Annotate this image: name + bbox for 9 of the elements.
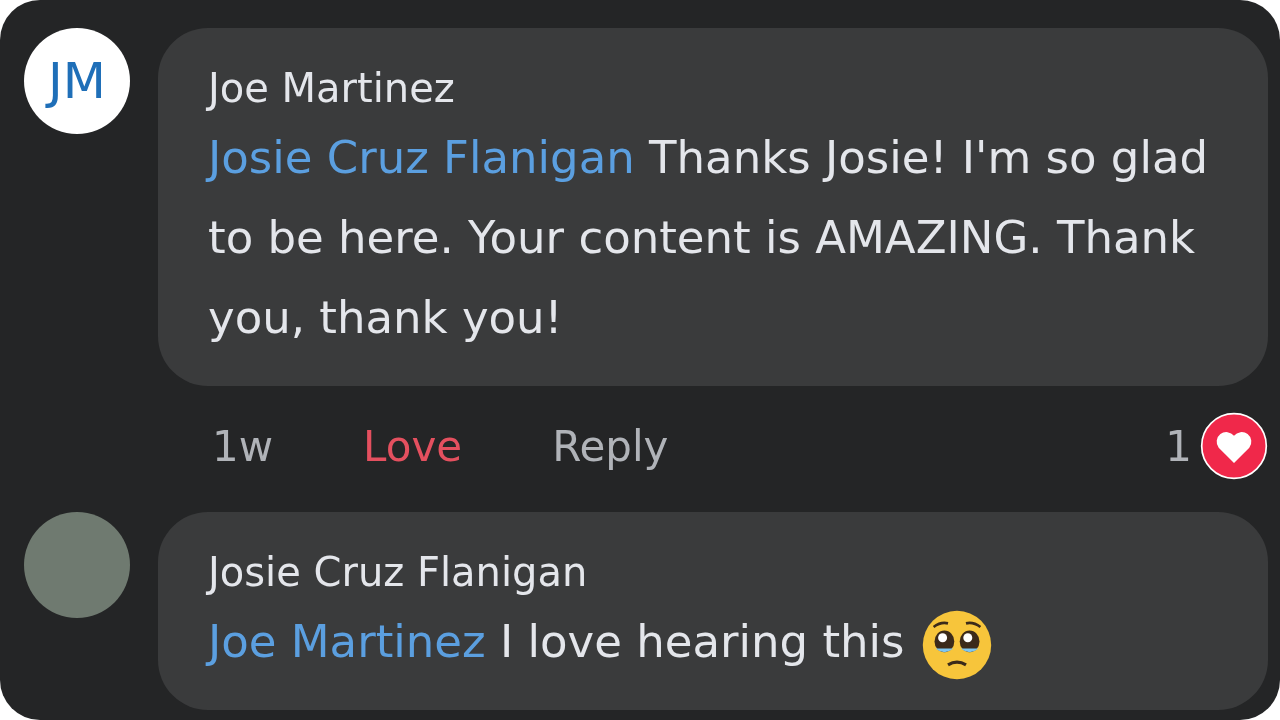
- comment-time: 1w: [212, 421, 274, 471]
- love-button[interactable]: Love: [363, 421, 463, 471]
- comment-author[interactable]: Joe Martinez: [208, 58, 1228, 118]
- avatar-initials[interactable]: JM: [24, 28, 130, 134]
- reaction-count[interactable]: 1: [1165, 421, 1192, 471]
- comment-author[interactable]: Josie Cruz Flanigan: [208, 542, 1228, 602]
- pleading-face-icon: [920, 609, 993, 681]
- heart-reaction-icon[interactable]: [1200, 412, 1268, 480]
- reply-button[interactable]: Reply: [552, 421, 669, 471]
